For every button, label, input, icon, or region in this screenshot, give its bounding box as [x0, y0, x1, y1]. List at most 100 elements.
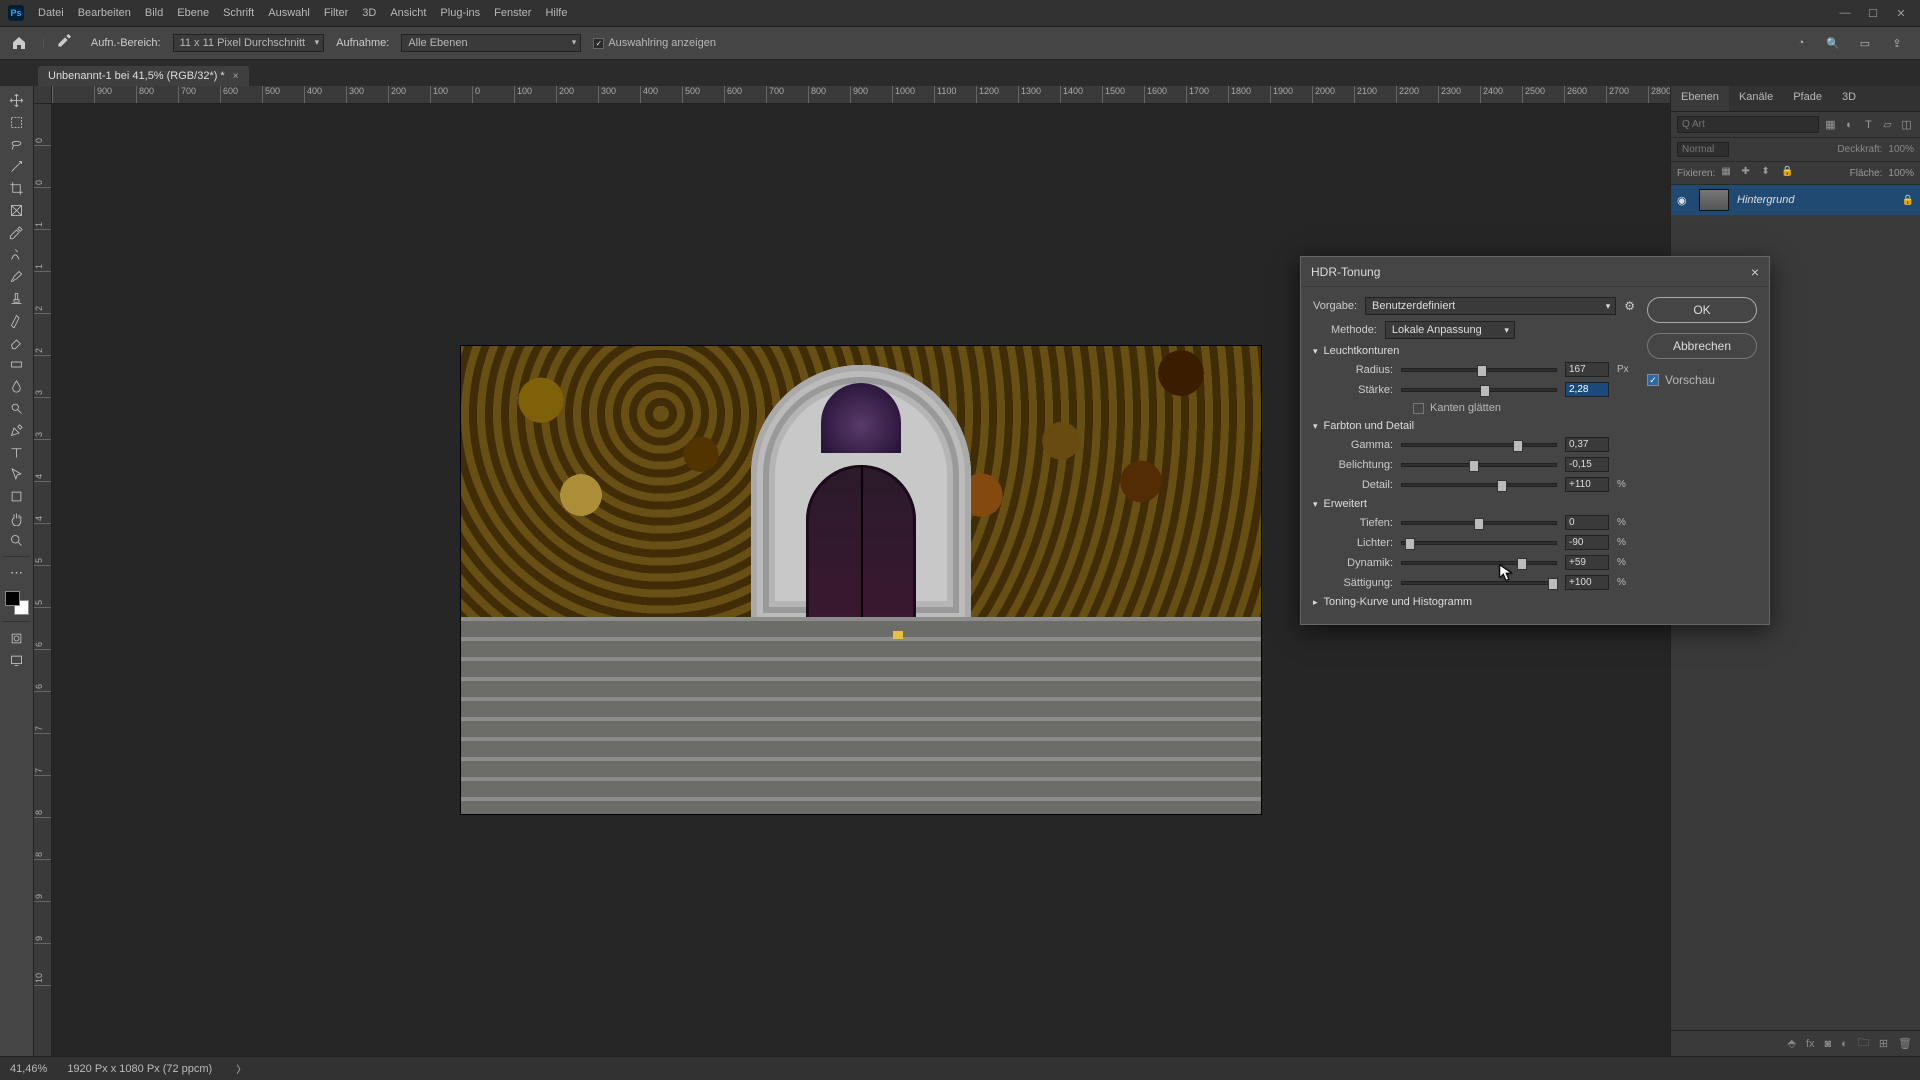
search-icon[interactable]: 🔍 — [1824, 34, 1842, 52]
fill-value[interactable]: 100% — [1888, 168, 1914, 179]
layer-thumbnail[interactable] — [1699, 189, 1729, 211]
filter-adjust-icon[interactable]: ◐ — [1842, 117, 1857, 133]
gamma-value[interactable]: 0,37 — [1565, 437, 1609, 452]
delete-layer-icon[interactable]: 🗑 — [1898, 1037, 1912, 1050]
layer-lock-icon[interactable]: 🔒 — [1902, 195, 1914, 206]
strength-value[interactable]: 2,28 — [1565, 382, 1609, 397]
hand-tool-icon[interactable] — [3, 508, 31, 528]
section-advanced[interactable]: ▾Erweitert — [1313, 498, 1635, 510]
detail-value[interactable]: +110 — [1565, 477, 1609, 492]
marquee-tool-icon[interactable] — [3, 112, 31, 132]
adjustment-layer-icon[interactable]: ◐ — [1841, 1038, 1848, 1050]
path-select-icon[interactable] — [3, 464, 31, 484]
brush-tool-icon[interactable] — [3, 266, 31, 286]
home-icon[interactable] — [8, 32, 30, 54]
shadow-slider[interactable] — [1401, 521, 1557, 525]
menu-3d[interactable]: 3D — [362, 7, 376, 19]
layer-row[interactable]: ◉ Hintergrund 🔒 — [1671, 185, 1920, 215]
exposure-slider[interactable] — [1401, 463, 1557, 467]
opacity-value[interactable]: 100% — [1888, 144, 1914, 155]
healing-brush-icon[interactable] — [3, 244, 31, 264]
preset-gear-icon[interactable]: ⚙ — [1624, 299, 1635, 313]
share-icon[interactable]: ⇪ — [1888, 34, 1906, 52]
menu-type[interactable]: Schrift — [223, 7, 254, 19]
exposure-value[interactable]: -0,15 — [1565, 457, 1609, 472]
frame-tool-icon[interactable] — [3, 200, 31, 220]
window-minimize-icon[interactable]: — — [1834, 4, 1856, 22]
highlight-value[interactable]: -90 — [1565, 535, 1609, 550]
stamp-tool-icon[interactable] — [3, 288, 31, 308]
filter-smart-icon[interactable]: ◫ — [1899, 117, 1914, 133]
lock-artboard-icon[interactable]: ⬍ — [1761, 166, 1775, 180]
crop-tool-icon[interactable] — [3, 178, 31, 198]
gamma-slider[interactable] — [1401, 443, 1557, 447]
cloud-docs-icon[interactable]: ◔ — [1792, 34, 1810, 52]
ok-button[interactable]: OK — [1647, 297, 1757, 323]
section-edge-glow[interactable]: ▾Leuchtkonturen — [1313, 345, 1635, 357]
history-brush-icon[interactable] — [3, 310, 31, 330]
new-layer-icon[interactable]: ⊞ — [1879, 1037, 1888, 1050]
lock-position-icon[interactable]: ✚ — [1741, 166, 1755, 180]
close-tab-icon[interactable]: × — [233, 71, 239, 82]
window-close-icon[interactable]: ✕ — [1890, 4, 1912, 22]
menu-help[interactable]: Hilfe — [545, 7, 567, 19]
layer-style-icon[interactable]: fx — [1806, 1038, 1815, 1050]
wand-tool-icon[interactable] — [3, 156, 31, 176]
color-swatches[interactable] — [5, 591, 29, 615]
section-curve[interactable]: ▸Toning-Kurve und Histogramm — [1313, 596, 1635, 608]
zoom-readout[interactable]: 41,46% — [10, 1063, 47, 1075]
filter-pixel-icon[interactable]: ▦ — [1823, 117, 1838, 133]
pen-tool-icon[interactable] — [3, 420, 31, 440]
zoom-tool-icon[interactable] — [3, 530, 31, 550]
smooth-edges-checkbox[interactable]: Kanten glätten — [1413, 402, 1635, 414]
tab-paths[interactable]: Pfade — [1783, 86, 1832, 111]
group-icon[interactable]: 🗀 — [1858, 1034, 1869, 1053]
gradient-tool-icon[interactable] — [3, 354, 31, 374]
filter-shape-icon[interactable]: ▱ — [1880, 117, 1895, 133]
lock-all-icon[interactable]: 🔒 — [1781, 166, 1795, 180]
menu-edit[interactable]: Bearbeiten — [78, 7, 131, 19]
show-sampling-ring-checkbox[interactable]: ✓ Auswahlring anzeigen — [593, 37, 716, 49]
type-tool-icon[interactable] — [3, 442, 31, 462]
horizontal-ruler[interactable]: 9008007006005004003002001000100200300400… — [52, 86, 1670, 104]
saturation-slider[interactable] — [1401, 581, 1557, 585]
blur-tool-icon[interactable] — [3, 376, 31, 396]
radius-value[interactable]: 167 — [1565, 362, 1609, 377]
shadow-value[interactable]: 0 — [1565, 515, 1609, 530]
layer-mask-icon[interactable]: ◙ — [1825, 1038, 1832, 1050]
cancel-button[interactable]: Abbrechen — [1647, 333, 1757, 359]
visibility-icon[interactable]: ◉ — [1677, 194, 1691, 207]
screenmode-icon[interactable] — [3, 650, 31, 670]
eyedropper-icon[interactable] — [3, 222, 31, 242]
menu-window[interactable]: Fenster — [494, 7, 531, 19]
vibrance-slider[interactable] — [1401, 561, 1557, 565]
layer-filter-input[interactable] — [1677, 116, 1819, 133]
saturation-value[interactable]: +100 — [1565, 575, 1609, 590]
eraser-tool-icon[interactable] — [3, 332, 31, 352]
dodge-tool-icon[interactable] — [3, 398, 31, 418]
highlight-slider[interactable] — [1401, 541, 1557, 545]
detail-slider[interactable] — [1401, 483, 1557, 487]
lasso-tool-icon[interactable] — [3, 134, 31, 154]
move-tool-icon[interactable] — [3, 90, 31, 110]
foreground-color-swatch[interactable] — [5, 591, 20, 606]
document-tab[interactable]: Unbenannt-1 bei 41,5% (RGB/32*) * × — [38, 66, 249, 86]
quickmask-icon[interactable] — [3, 628, 31, 648]
radius-slider[interactable] — [1401, 368, 1557, 372]
menu-layer[interactable]: Ebene — [177, 7, 209, 19]
menu-file[interactable]: Datei — [38, 7, 64, 19]
link-layers-icon[interactable]: ⬘ — [1787, 1037, 1795, 1050]
menu-filter[interactable]: Filter — [324, 7, 348, 19]
ruler-origin[interactable] — [34, 86, 52, 104]
eyedropper-tool-icon[interactable] — [57, 32, 79, 54]
filter-type-icon[interactable]: T — [1861, 117, 1876, 133]
vertical-ruler[interactable]: 0011223344556677889910 — [34, 104, 52, 1056]
sample-size-dropdown[interactable]: 11 x 11 Pixel Durchschnitt — [173, 34, 325, 52]
menu-select[interactable]: Auswahl — [268, 7, 310, 19]
dialog-close-icon[interactable]: × — [1751, 264, 1759, 280]
window-maximize-icon[interactable]: ☐ — [1862, 4, 1884, 22]
tab-layers[interactable]: Ebenen — [1671, 86, 1729, 111]
doc-info-readout[interactable]: 1920 Px x 1080 Px (72 ppcm) — [67, 1063, 212, 1075]
blend-mode-dropdown[interactable]: Normal — [1677, 142, 1729, 157]
preset-dropdown[interactable]: Benutzerdefiniert — [1365, 297, 1616, 315]
